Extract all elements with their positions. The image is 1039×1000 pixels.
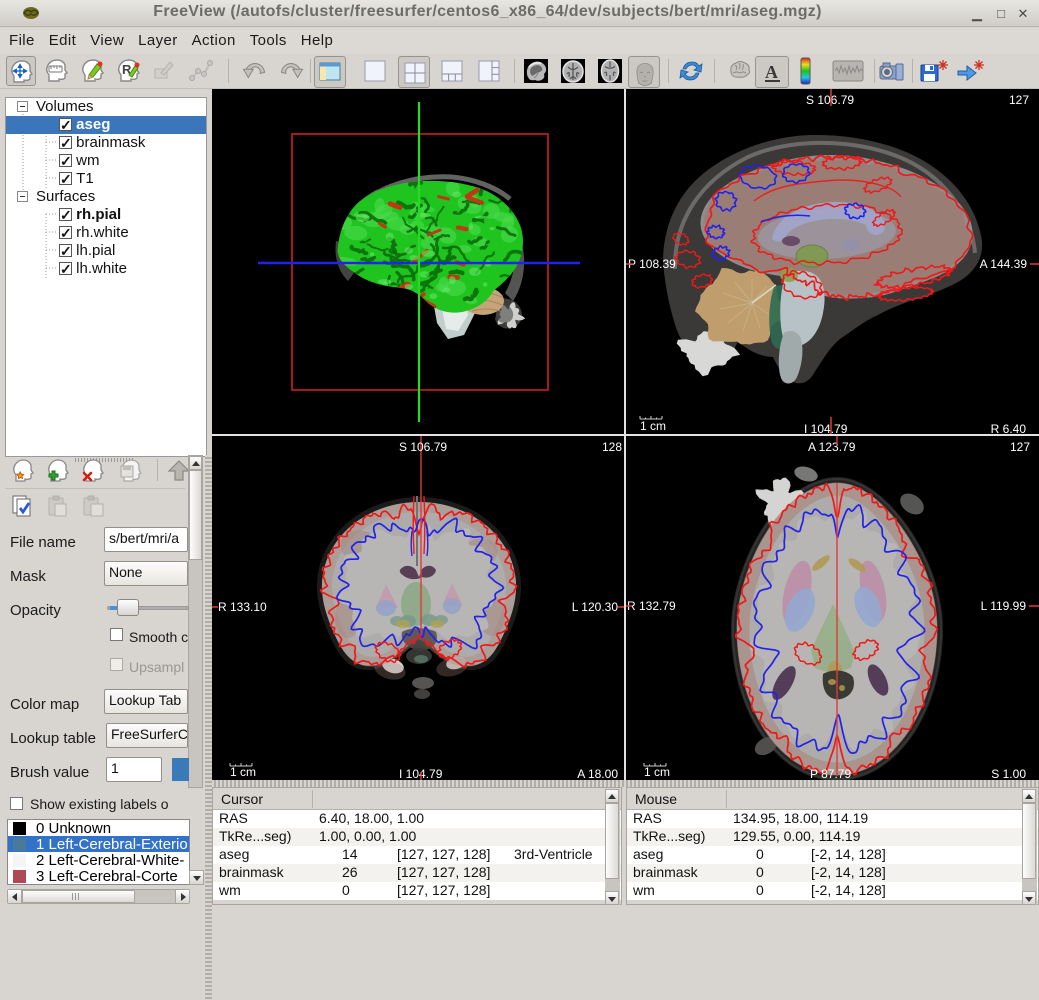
svg-text:1 cm: 1 cm [230,765,256,779]
svg-text:P 108.39: P 108.39 [628,257,676,271]
svg-text:S 106.79: S 106.79 [806,93,854,107]
svg-text:L 120.30: L 120.30 [572,600,619,614]
svg-text:R 133.10: R 133.10 [218,600,267,614]
svg-text:A 123.79: A 123.79 [808,440,856,454]
svg-text:A: A [765,62,778,82]
svg-text:I 104.79: I 104.79 [804,422,848,434]
svg-text:A 18.00: A 18.00 [577,767,618,780]
svg-text:S 106.79: S 106.79 [399,440,447,454]
svg-text:L 119.99: L 119.99 [981,599,1027,613]
svg-text:A 144.39: A 144.39 [980,257,1028,271]
svg-text:1 cm: 1 cm [640,419,666,433]
svg-text:P 87.79: P 87.79 [810,767,851,780]
svg-text:S 1.00: S 1.00 [991,767,1026,780]
svg-text:127: 127 [1010,440,1030,454]
svg-text:R 6.40: R 6.40 [991,422,1027,434]
svg-text:R 132.79: R 132.79 [627,599,676,613]
svg-text:127: 127 [1009,93,1029,107]
svg-text:1 cm: 1 cm [644,765,670,779]
svg-text:128: 128 [602,440,622,454]
